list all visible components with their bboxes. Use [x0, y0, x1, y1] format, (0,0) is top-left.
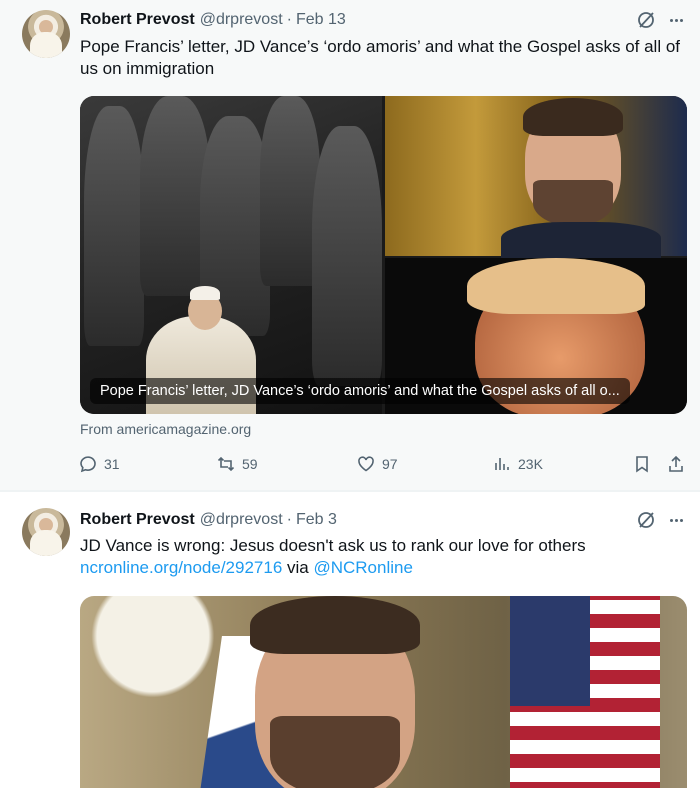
tweet-header: Robert Prevost @drprevost · Feb 13 — [80, 9, 346, 31]
tweet-text: JD Vance is wrong: Jesus doesn't ask us … — [80, 535, 680, 579]
bookmark-icon — [636, 456, 648, 473]
tweet[interactable]: Robert Prevost @drprevost · Feb 3 JD Van… — [0, 492, 700, 788]
heart-icon — [358, 456, 374, 472]
card-image-statue — [80, 96, 382, 414]
repost-icon — [217, 456, 235, 472]
share-icon — [669, 455, 683, 472]
bookmark-button[interactable] — [632, 454, 652, 474]
separator-dot: · — [286, 511, 292, 528]
tweet[interactable]: Robert Prevost @drprevost · Feb 13 Pope … — [0, 0, 700, 490]
author-name[interactable]: Robert Prevost — [80, 11, 195, 29]
separator-dot: · — [286, 11, 292, 28]
card-source[interactable]: From americamagazine.org — [80, 421, 251, 437]
tweet-text-line: JD Vance is wrong: Jesus doesn't ask us … — [80, 536, 586, 555]
repost-count: 59 — [242, 456, 258, 472]
tweet-date[interactable]: Feb 3 — [296, 511, 337, 529]
reply-count: 31 — [104, 456, 120, 472]
grok-icon[interactable] — [636, 10, 656, 30]
like-count: 97 — [382, 456, 398, 472]
more-icon[interactable] — [666, 510, 686, 530]
figure-cap — [190, 286, 220, 300]
reply-button[interactable]: 31 — [78, 454, 120, 474]
reply-icon — [80, 456, 96, 473]
avatar-robe — [30, 32, 62, 58]
card-image-portrait-top — [385, 96, 687, 262]
via-text: via — [282, 558, 314, 577]
repost-button[interactable]: 59 — [216, 454, 258, 474]
grok-icon[interactable] — [636, 510, 656, 530]
mention-link[interactable]: @NCRonline — [313, 558, 412, 577]
tweet-image[interactable] — [80, 596, 687, 788]
avatar[interactable] — [22, 508, 70, 556]
avatar[interactable] — [22, 10, 70, 58]
tweet-text: Pope Francis’ letter, JD Vance’s ‘ordo a… — [80, 37, 681, 78]
tweet-text-links: ncronline.org/node/292716 via @NCRonline — [80, 557, 680, 579]
more-icon[interactable] — [666, 10, 686, 30]
tweet-header: Robert Prevost @drprevost · Feb 3 — [80, 509, 337, 531]
share-button[interactable] — [666, 454, 686, 474]
avatar-robe — [30, 530, 62, 556]
views-count: 23K — [518, 456, 543, 472]
action-bar: 31 59 97 23K — [78, 454, 688, 476]
author-handle[interactable]: @drprevost — [200, 11, 283, 29]
author-name[interactable]: Robert Prevost — [80, 511, 195, 529]
tweet-date[interactable]: Feb 13 — [296, 11, 346, 29]
author-handle[interactable]: @drprevost — [200, 511, 283, 529]
like-button[interactable]: 97 — [356, 454, 398, 474]
card-caption: Pope Francis’ letter, JD Vance’s ‘ordo a… — [90, 378, 630, 404]
views-icon — [495, 458, 509, 470]
link-card[interactable]: Pope Francis’ letter, JD Vance’s ‘ordo a… — [80, 96, 687, 414]
tweet-link[interactable]: ncronline.org/node/292716 — [80, 558, 282, 577]
views-button[interactable]: 23K — [492, 454, 543, 474]
